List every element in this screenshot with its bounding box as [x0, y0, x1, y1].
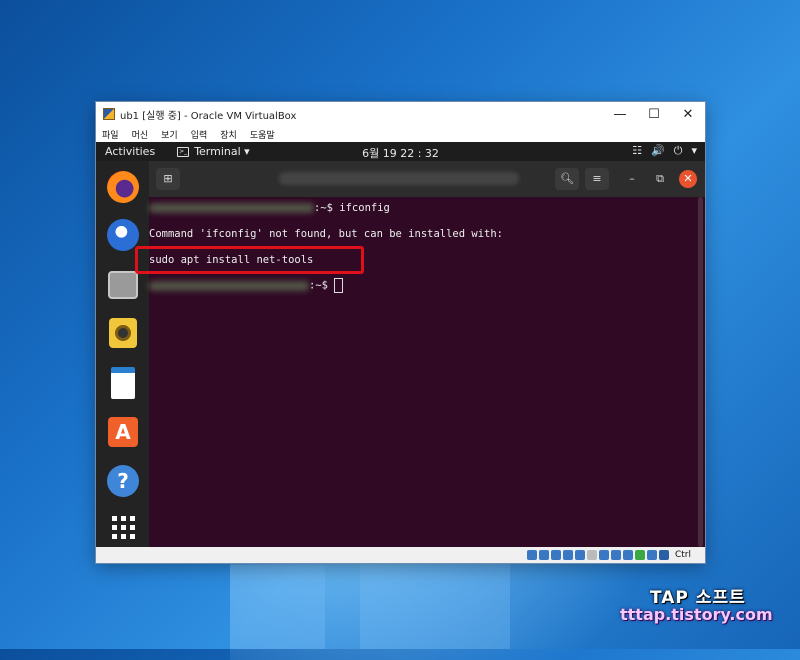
search-button[interactable]: 🔍︎ — [555, 168, 579, 190]
menu-machine[interactable]: 머신 — [132, 128, 149, 141]
user-host-blurred — [149, 280, 309, 291]
watermark-url: tttap.tistory.com — [620, 605, 773, 624]
terminal-output[interactable]: :~$ ifconfig Command 'ifconfig' not foun… — [135, 197, 705, 547]
hdd-icon[interactable] — [526, 550, 537, 560]
terminal-minimize-button[interactable]: – — [623, 170, 641, 188]
menu-bar: 파일 머신 보기 입력 장치 도움말 — [96, 126, 705, 143]
maximize-button[interactable]: ☐ — [637, 107, 671, 122]
menu-file[interactable]: 파일 — [102, 128, 119, 141]
menu-help[interactable]: 도움말 — [250, 128, 275, 141]
usb-icon[interactable] — [574, 550, 585, 560]
status-bar: Ctrl — [96, 547, 705, 563]
host-key-arrow-icon — [658, 550, 669, 560]
dock-help[interactable]: ? — [105, 463, 141, 499]
terminal-icon: >_ — [177, 146, 190, 157]
window-title: ub1 [실행 중] - Oracle VM VirtualBox — [120, 110, 297, 122]
cpu-icon[interactable] — [622, 550, 633, 560]
firefox-icon — [107, 171, 139, 203]
display-icon[interactable] — [598, 550, 609, 560]
prompt-line-2: :~$ — [149, 278, 344, 293]
prompt-suffix: :~$ — [309, 279, 335, 292]
software-store-icon: A — [108, 417, 138, 447]
virtualbox-icon — [103, 108, 115, 120]
dock-rhythmbox[interactable] — [105, 315, 141, 351]
prompt-line-1: :~$ ifconfig — [149, 202, 390, 214]
files-icon — [108, 271, 138, 299]
menu-view[interactable]: 보기 — [161, 128, 178, 141]
terminal-app-menu[interactable]: >_ Terminal ▾ — [177, 145, 250, 158]
thunderbird-icon — [107, 219, 139, 251]
gnome-top-bar: Activities >_ Terminal ▾ 6월 19 22 : 32 ☷… — [96, 142, 705, 161]
vt-x-icon[interactable] — [634, 550, 645, 560]
show-apps-icon — [111, 515, 135, 539]
guest-screen[interactable]: Activities >_ Terminal ▾ 6월 19 22 : 32 ☷… — [96, 142, 705, 547]
optical-drive-icon[interactable] — [538, 550, 549, 560]
help-icon: ? — [107, 465, 139, 497]
hamburger-menu-button[interactable]: ≡ — [585, 168, 609, 190]
close-button[interactable]: ✕ — [671, 107, 705, 122]
virtualbox-window: ub1 [실행 중] - Oracle VM VirtualBox — ☐ ✕ … — [96, 102, 705, 563]
power-icon: ⏻ — [673, 144, 683, 157]
chevron-down-icon: ▾ — [691, 144, 697, 157]
terminal-maximize-button[interactable]: ⧉ — [651, 170, 669, 188]
menu-input[interactable]: 입력 — [191, 128, 208, 141]
highlight-box — [135, 246, 364, 274]
system-tray[interactable]: ☷ 🔊 ⏻ ▾ — [632, 144, 697, 158]
libreoffice-writer-icon — [111, 367, 135, 399]
new-tab-button[interactable]: ⊞ — [156, 168, 180, 190]
app-menu-label: Terminal ▾ — [194, 145, 250, 158]
dock: A ? — [96, 161, 149, 547]
terminal-title-blurred — [279, 172, 519, 185]
volume-icon: 🔊 — [651, 144, 665, 157]
dock-firefox[interactable] — [105, 169, 141, 205]
dock-writer[interactable] — [105, 365, 141, 401]
mouse-integration-icon[interactable] — [646, 550, 657, 560]
network-icon: ☷ — [632, 144, 643, 157]
terminal-header-bar: ⊞ 🔍︎ ≡ – ⧉ ✕ — [149, 161, 705, 197]
shared-folder-icon[interactable] — [586, 550, 597, 560]
network-adapter-icon[interactable] — [562, 550, 573, 560]
recording-icon[interactable] — [610, 550, 621, 560]
terminal-close-button[interactable]: ✕ — [679, 170, 697, 188]
dock-software[interactable]: A — [105, 414, 141, 450]
text-cursor — [334, 278, 344, 293]
desktop-pane — [230, 565, 325, 649]
error-line: Command 'ifconfig' not found, but can be… — [149, 228, 504, 240]
minimize-button[interactable]: — — [603, 107, 637, 122]
show-apps-button[interactable] — [105, 509, 141, 545]
title-bar[interactable]: ub1 [실행 중] - Oracle VM VirtualBox — ☐ ✕ — [96, 102, 705, 126]
activities-button[interactable]: Activities — [105, 145, 155, 158]
menu-devices[interactable]: 장치 — [220, 128, 237, 141]
host-key-label: Ctrl — [674, 550, 691, 560]
command-ifconfig: :~$ ifconfig — [314, 202, 390, 214]
rhythmbox-icon — [109, 318, 137, 348]
audio-icon[interactable] — [550, 550, 561, 560]
scrollbar[interactable] — [698, 197, 703, 547]
user-host-blurred — [149, 203, 314, 213]
